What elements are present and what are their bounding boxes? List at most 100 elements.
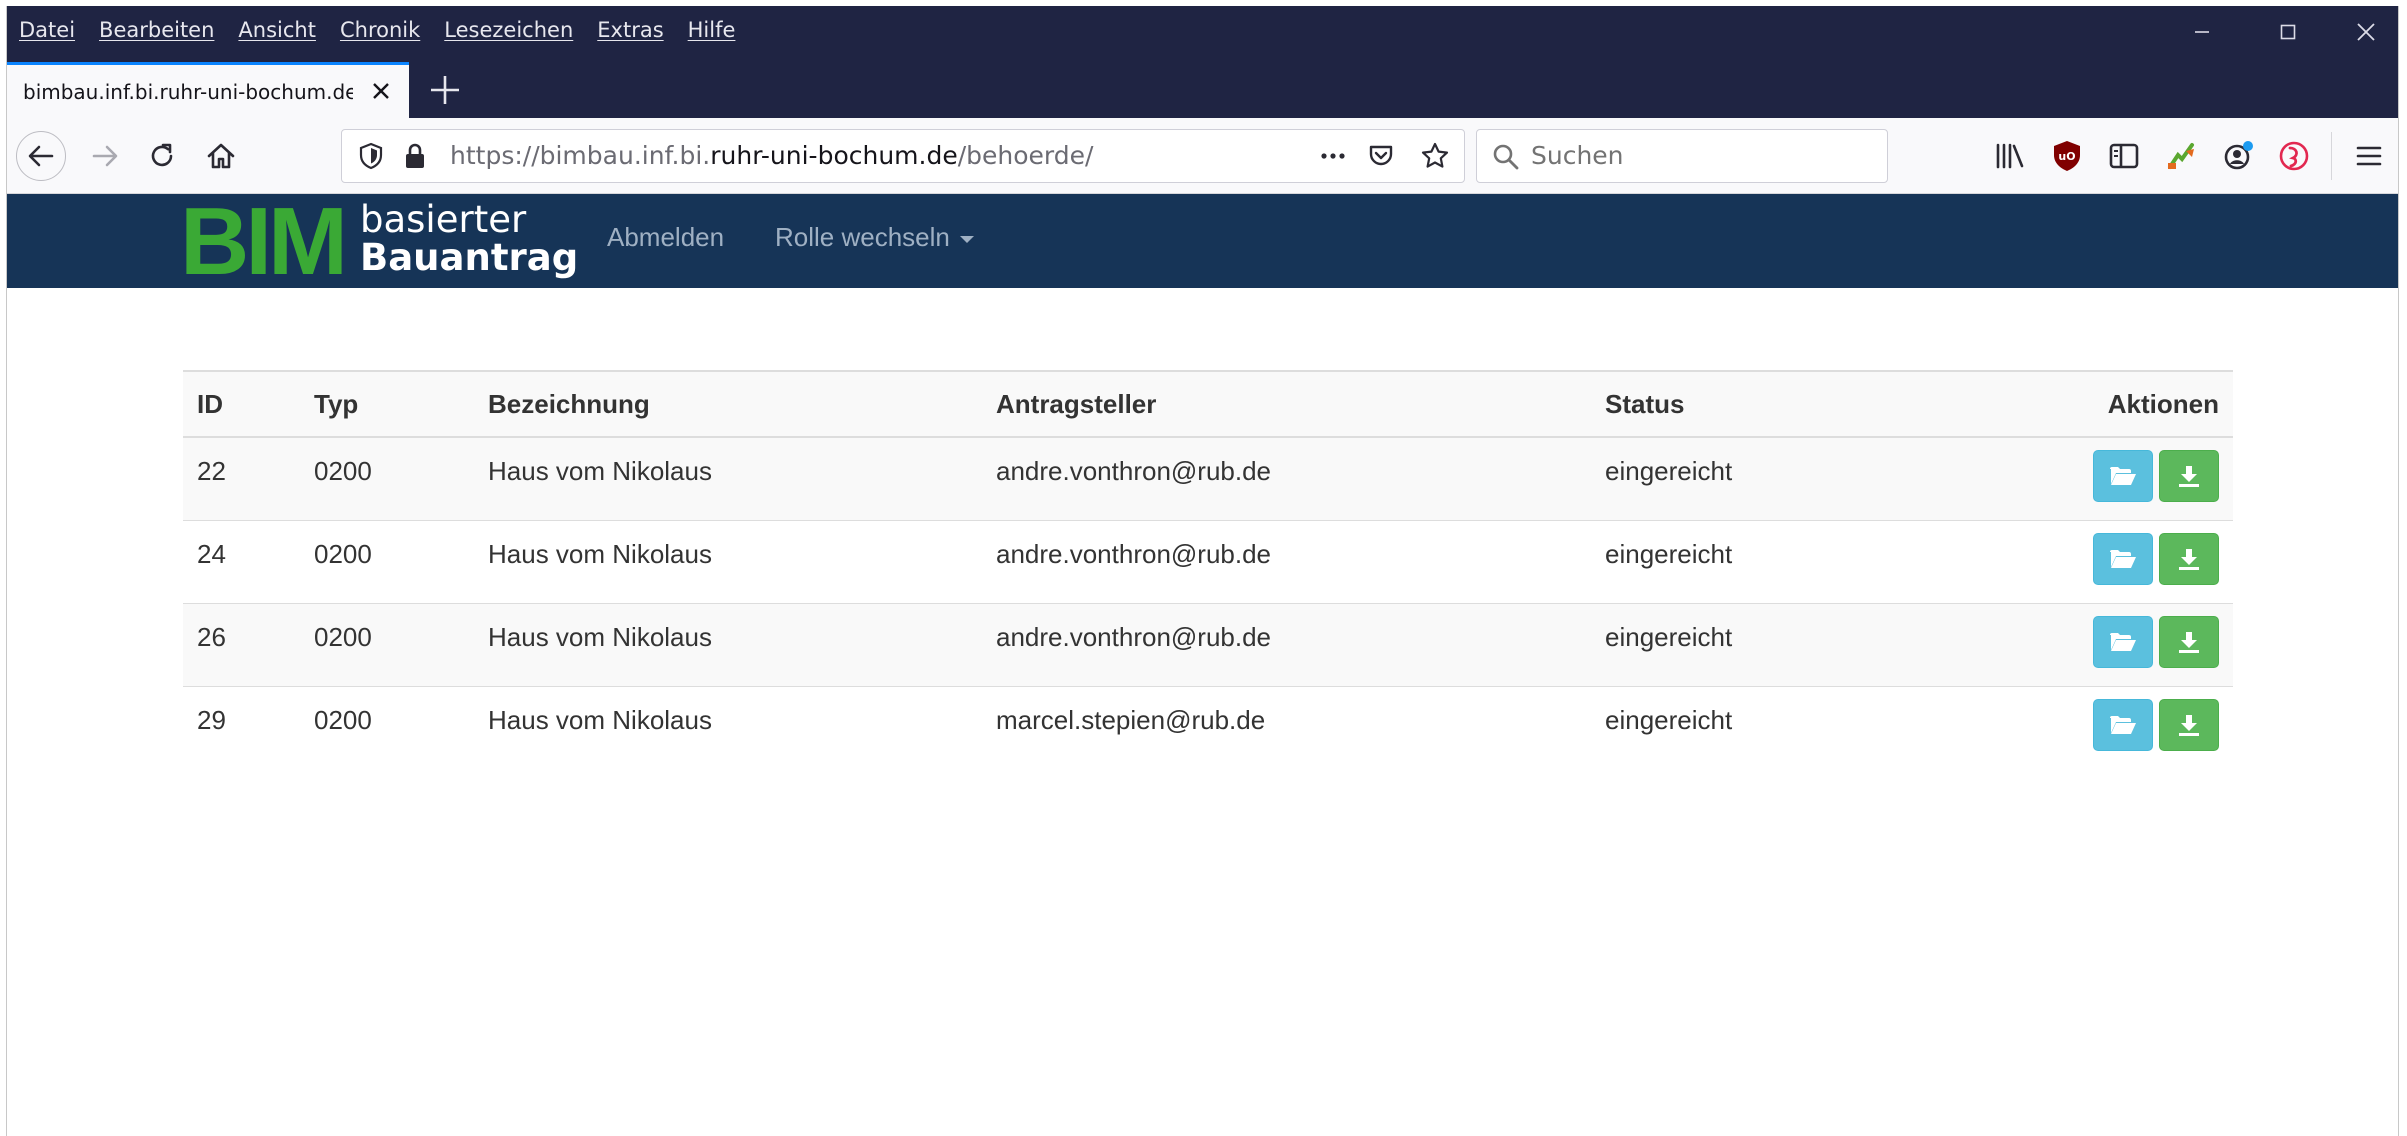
download-icon	[2179, 466, 2199, 487]
ublock-icon[interactable]: uO	[2050, 139, 2084, 173]
caret-down-icon	[959, 235, 974, 243]
back-arrow-icon	[28, 145, 54, 167]
close-window-button[interactable]	[2337, 6, 2395, 58]
url-prefix: https://bimbau.inf.bi.	[450, 141, 711, 170]
cell-status: eingereicht	[1591, 520, 1991, 604]
shield-icon[interactable]	[356, 141, 386, 171]
cell-antragsteller: andre.vonthron@rub.de	[982, 437, 1591, 521]
close-icon	[2357, 23, 2375, 41]
tab-behoerde[interactable]: bimbau.inf.bi.ruhr-uni-bochum.de/behoerd…	[7, 62, 409, 118]
reader-icon[interactable]	[2277, 139, 2311, 173]
menu-bar: Datei Bearbeiten Ansicht Chronik Lesezei…	[19, 12, 735, 48]
download-button[interactable]	[2159, 450, 2219, 502]
extension-icon[interactable]	[2164, 139, 2198, 173]
url-bar[interactable]: https://bimbau.inf.bi.ruhr-uni-bochum.de…	[341, 129, 1465, 183]
logout-link[interactable]: Abmelden	[607, 222, 724, 253]
url-host: ruhr-uni-bochum.de	[710, 141, 958, 170]
minimize-button[interactable]	[2173, 6, 2231, 58]
open-button[interactable]	[2093, 698, 2153, 751]
cell-actions	[1991, 437, 2233, 521]
search-bar[interactable]: Suchen	[1476, 129, 1888, 183]
download-button[interactable]	[2159, 615, 2219, 668]
open-button[interactable]	[2093, 615, 2153, 668]
search-icon	[1493, 144, 1519, 170]
menu-extras[interactable]: Extras	[597, 12, 663, 48]
tab-strip: bimbau.inf.bi.ruhr-uni-bochum.de/behoerd…	[7, 58, 2398, 118]
cell-id: 26	[183, 603, 300, 687]
menu-ansicht[interactable]: Ansicht	[238, 12, 316, 48]
header-bezeichnung: Bezeichnung	[474, 370, 982, 438]
reload-button[interactable]	[137, 131, 187, 181]
cell-status: eingereicht	[1591, 437, 1991, 521]
logo-bim: BIM	[180, 188, 348, 295]
cell-antragsteller: andre.vonthron@rub.de	[982, 520, 1591, 604]
open-button[interactable]	[2093, 532, 2153, 585]
sidebar-icon[interactable]	[2107, 139, 2141, 173]
back-button[interactable]	[16, 131, 66, 181]
menu-hilfe[interactable]: Hilfe	[688, 12, 736, 48]
cell-status: eingereicht	[1591, 603, 1991, 687]
account-icon[interactable]	[2221, 139, 2255, 173]
menu-chronik[interactable]: Chronik	[340, 12, 420, 48]
maximize-icon	[2280, 24, 2296, 40]
table-row: 29 0200 Haus vom Nikolaus marcel.stepien…	[183, 686, 2233, 769]
more-dots-icon[interactable]	[1318, 141, 1348, 171]
minimize-icon	[2195, 31, 2209, 33]
home-button[interactable]	[196, 131, 246, 181]
menu-datei[interactable]: Datei	[19, 12, 75, 48]
url-text[interactable]: https://bimbau.inf.bi.ruhr-uni-bochum.de…	[450, 130, 1093, 182]
cell-bezeichnung: Haus vom Nikolaus	[488, 704, 712, 735]
open-button[interactable]	[2093, 450, 2153, 502]
cell-typ: 0200	[300, 603, 474, 687]
menu-lesezeichen[interactable]: Lesezeichen	[444, 12, 573, 48]
table-header-row: ID Typ Bezeichnung Antragsteller Status …	[183, 370, 2233, 438]
download-button[interactable]	[2159, 698, 2219, 751]
header-antragsteller: Antragsteller	[982, 370, 1591, 438]
header-aktionen: Aktionen	[1991, 370, 2233, 438]
svg-text:uO: uO	[2058, 150, 2075, 163]
forward-arrow-icon	[92, 145, 118, 167]
cell-antragsteller: andre.vonthron@rub.de	[982, 603, 1591, 687]
cell-actions	[1991, 603, 2233, 687]
lock-icon[interactable]	[400, 141, 430, 171]
table-row: 22 0200 Haus vom Nikolaus andre.vonthron…	[183, 437, 2233, 521]
header-status: Status	[1591, 370, 1991, 438]
pocket-icon[interactable]	[1366, 141, 1396, 171]
search-input[interactable]: Suchen	[1531, 130, 1624, 182]
download-button[interactable]	[2159, 532, 2219, 585]
library-icon[interactable]	[1993, 139, 2027, 173]
menu-bearbeiten[interactable]: Bearbeiten	[99, 12, 214, 48]
cell-antragsteller: marcel.stepien@rub.de	[996, 704, 1266, 735]
hamburger-menu-icon[interactable]	[2352, 139, 2386, 173]
folder-open-icon	[2110, 549, 2136, 568]
browser-window: Datei Bearbeiten Ansicht Chronik Lesezei…	[6, 6, 2399, 1136]
switch-role-dropdown[interactable]: Rolle wechseln	[775, 222, 974, 253]
navigation-bar: https://bimbau.inf.bi.ruhr-uni-bochum.de…	[7, 118, 2398, 194]
cell-typ: 0200	[300, 437, 474, 521]
folder-open-icon	[2110, 467, 2136, 485]
download-icon	[2179, 548, 2199, 570]
cell-id: 29	[197, 704, 226, 735]
site-navbar: BIM basierter Bauantrag Abmelden Rolle w…	[7, 188, 2398, 295]
star-icon[interactable]	[1420, 141, 1450, 171]
title-bar: Datei Bearbeiten Ansicht Chronik Lesezei…	[7, 6, 2398, 58]
home-icon	[207, 143, 235, 169]
cell-bezeichnung: Haus vom Nikolaus	[474, 520, 982, 604]
tab-close-icon[interactable]	[367, 77, 395, 105]
url-path: /behoerde/	[957, 141, 1094, 170]
cell-actions	[1991, 520, 2233, 604]
forward-button[interactable]	[80, 131, 130, 181]
download-icon	[2179, 714, 2199, 736]
cell-typ: 0200	[314, 704, 372, 735]
table-row: 24 0200 Haus vom Nikolaus andre.vonthron…	[183, 520, 2233, 604]
maximize-button[interactable]	[2259, 6, 2317, 58]
tab-title: bimbau.inf.bi.ruhr-uni-bochum.de/behoerd…	[23, 79, 353, 104]
logo-line-2: Bauantrag	[360, 236, 579, 279]
cell-id: 22	[183, 437, 300, 521]
table-row: 26 0200 Haus vom Nikolaus andre.vonthron…	[183, 603, 2233, 687]
toolbar-separator	[2331, 132, 2332, 180]
header-typ: Typ	[300, 370, 474, 438]
reload-icon	[151, 143, 173, 167]
new-tab-icon[interactable]	[425, 70, 465, 110]
cell-bezeichnung: Haus vom Nikolaus	[474, 437, 982, 521]
